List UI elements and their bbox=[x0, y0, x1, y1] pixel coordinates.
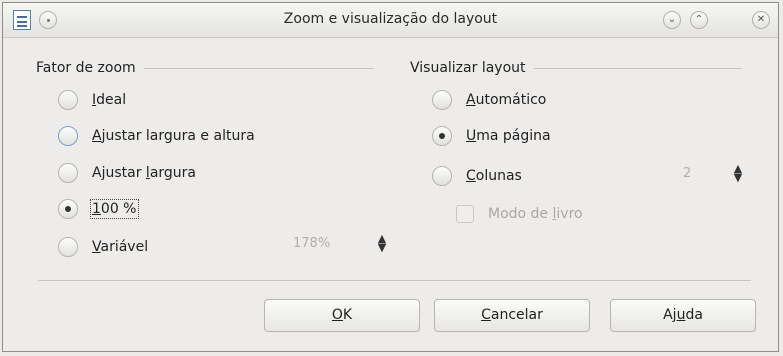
option-label: Colunas bbox=[466, 168, 522, 184]
ok-button[interactable]: OK bbox=[264, 299, 420, 332]
option-label: Variável bbox=[92, 239, 149, 255]
option-label: Automático bbox=[466, 92, 547, 108]
group-divider bbox=[533, 67, 742, 69]
zoom-factor-title: Fator de zoom bbox=[36, 60, 136, 76]
zoom-option-variable[interactable]: Variável bbox=[58, 237, 148, 257]
dialog-title: Zoom e visualização do layout bbox=[283, 11, 498, 27]
radio-automatic[interactable] bbox=[432, 90, 452, 110]
option-label: Ajustar largura e altura bbox=[92, 128, 255, 144]
chevron-down-icon: ⌄ bbox=[667, 14, 677, 25]
zoom-option-100-percent[interactable]: 100 % bbox=[58, 199, 139, 219]
book-mode-checkbox[interactable] bbox=[456, 205, 474, 223]
zoom-option-ideal[interactable]: Ideal bbox=[58, 90, 126, 110]
radio-variable[interactable] bbox=[58, 237, 78, 257]
radio-single-page[interactable] bbox=[432, 126, 452, 146]
group-divider bbox=[143, 67, 374, 69]
chevron-up-icon: ⌃ bbox=[694, 14, 704, 25]
radio-ideal[interactable] bbox=[58, 90, 78, 110]
zoom-option-fit-width[interactable]: Ajustar largura bbox=[58, 163, 196, 183]
option-label: 100 % bbox=[90, 199, 139, 219]
spin-arrows-icon[interactable]: ▲ ▼ bbox=[375, 233, 389, 253]
radio-100-percent[interactable] bbox=[58, 199, 78, 219]
title-bar[interactable]: Zoom e visualização do layout ⌄ ⌃ ✕ bbox=[3, 3, 778, 38]
close-icon: ✕ bbox=[756, 14, 766, 25]
minimize-button[interactable]: ⌄ bbox=[663, 11, 681, 29]
zoom-layout-dialog: Zoom e visualização do layout ⌄ ⌃ ✕ Fato… bbox=[2, 2, 779, 352]
view-layout-group-header: Visualizar layout bbox=[410, 60, 742, 76]
layout-option-columns[interactable]: Colunas bbox=[432, 166, 522, 186]
radio-fit-width[interactable] bbox=[58, 163, 78, 183]
footer-separator bbox=[38, 280, 751, 281]
book-mode-checkbox-row[interactable]: Modo de livro bbox=[456, 205, 583, 223]
option-label: Modo de livro bbox=[488, 206, 583, 222]
variable-zoom-spinbox[interactable]: 178% ▲ ▼ bbox=[289, 228, 389, 258]
zoom-factor-group-header: Fator de zoom bbox=[36, 60, 374, 76]
option-label: Ideal bbox=[92, 92, 127, 108]
columns-value[interactable]: 2 bbox=[679, 166, 731, 181]
columns-spinbox[interactable]: 2 ▲ ▼ bbox=[679, 158, 779, 188]
layout-option-single-page[interactable]: Uma página bbox=[432, 126, 551, 146]
maximize-button[interactable]: ⌃ bbox=[690, 11, 708, 29]
layout-option-automatic[interactable]: Automático bbox=[432, 90, 546, 110]
option-label: Ajustar largura bbox=[92, 165, 196, 181]
radio-fit-width-height[interactable] bbox=[58, 126, 78, 146]
spin-arrows-icon[interactable]: ▲ ▼ bbox=[731, 163, 745, 183]
view-layout-title: Visualizar layout bbox=[410, 60, 526, 76]
option-label: Uma página bbox=[466, 128, 551, 144]
help-button[interactable]: Ajuda bbox=[610, 299, 756, 332]
variable-zoom-value[interactable]: 178% bbox=[289, 236, 375, 251]
zoom-option-fit-width-height[interactable]: Ajustar largura e altura bbox=[58, 126, 255, 146]
cancel-button[interactable]: Cancelar bbox=[434, 299, 590, 332]
radio-columns[interactable] bbox=[432, 166, 452, 186]
close-button[interactable]: ✕ bbox=[752, 11, 770, 29]
